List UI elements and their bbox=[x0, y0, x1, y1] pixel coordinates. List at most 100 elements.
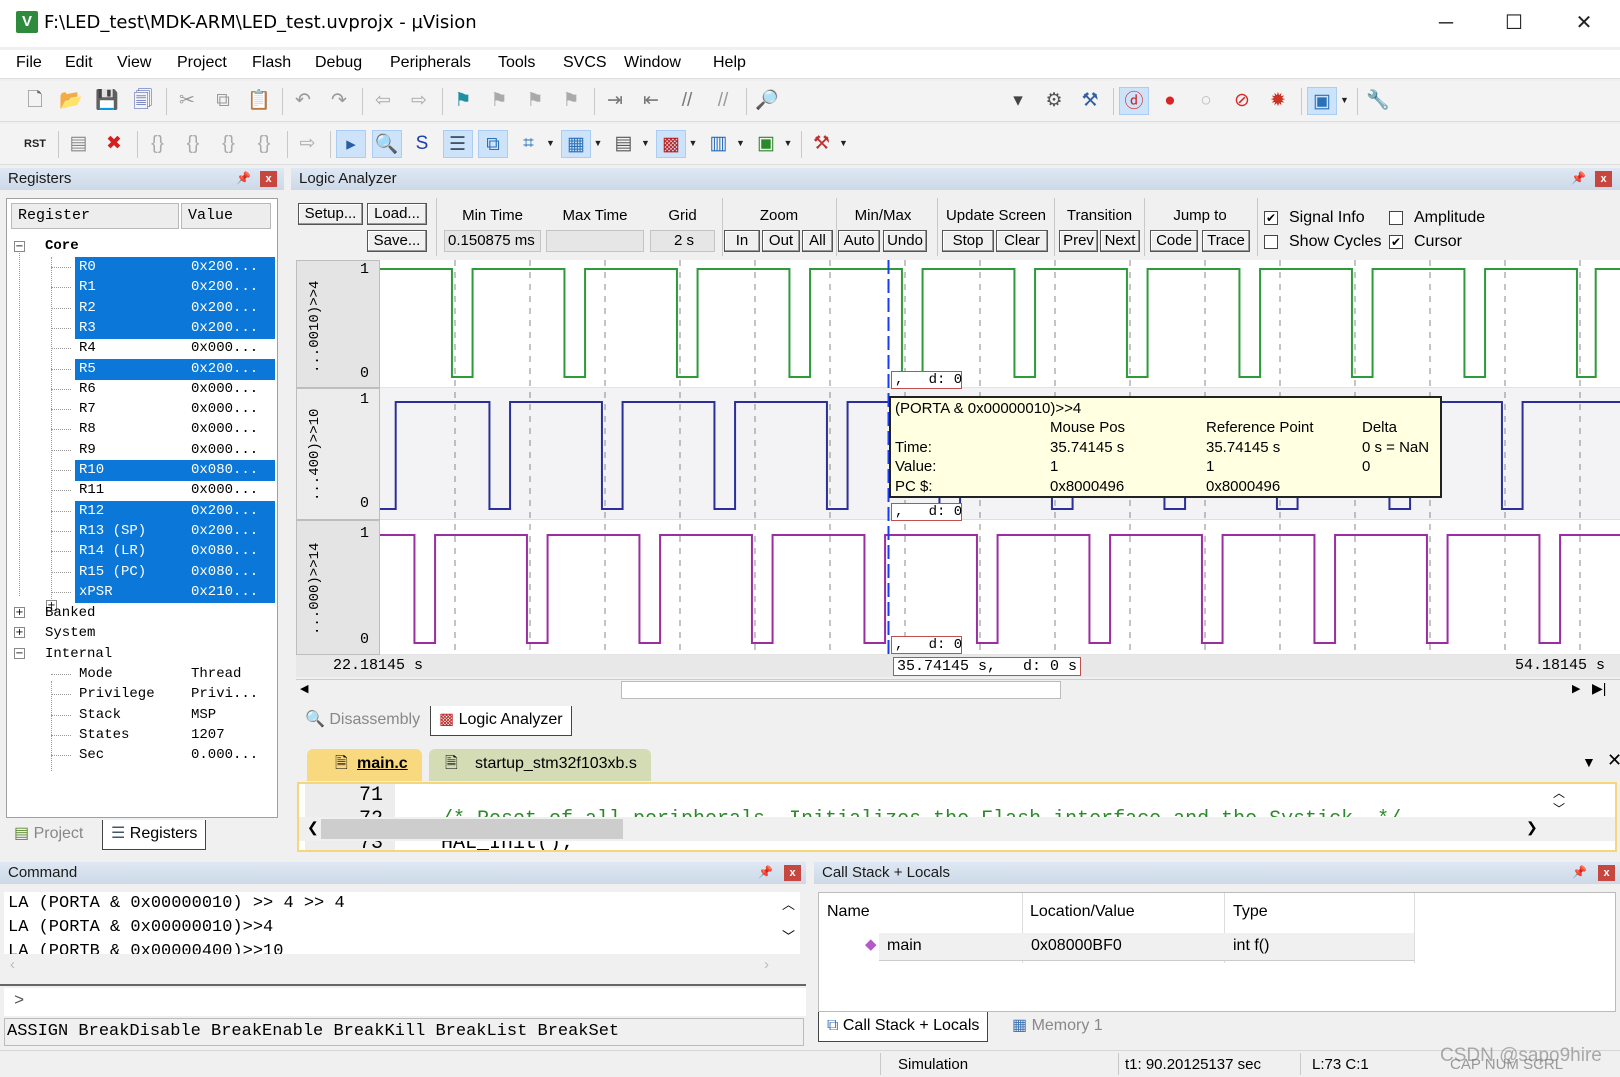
comment-icon[interactable]: // bbox=[672, 87, 702, 115]
register-value[interactable]: 0x200... bbox=[191, 318, 258, 339]
internal-row-mode[interactable]: Mode Thread bbox=[75, 664, 275, 685]
stop-update-button[interactable]: Stop bbox=[942, 230, 994, 252]
zoom-all-button[interactable]: All bbox=[802, 230, 833, 252]
open-folder-icon[interactable]: 📂 bbox=[56, 87, 86, 115]
expand-banked-icon[interactable]: + bbox=[14, 607, 25, 618]
close-panel-button[interactable]: x bbox=[784, 865, 801, 881]
register-value[interactable]: 0x000... bbox=[191, 440, 258, 461]
column-header-location[interactable]: Location/Value bbox=[1030, 903, 1135, 921]
jump-trace-button[interactable]: Trace bbox=[1202, 230, 1250, 252]
register-value[interactable]: 0x000... bbox=[191, 480, 258, 501]
register-value[interactable]: 0x000... bbox=[191, 338, 258, 359]
save-icon[interactable]: 💾 bbox=[92, 87, 122, 115]
close-panel-button[interactable]: x bbox=[260, 171, 277, 187]
register-row-r7[interactable]: R7 0x000... bbox=[75, 399, 275, 420]
column-header-value[interactable]: Value bbox=[181, 203, 271, 229]
signal-label-portb14[interactable]: ...000)>>14 1 0 bbox=[296, 520, 380, 655]
debug-session-icon[interactable]: ⓓ bbox=[1119, 87, 1149, 115]
breakpoint-insert-icon[interactable]: ● bbox=[1155, 87, 1185, 115]
code-editor[interactable]: 71 72 /* Reset of all peripherals, Initi… bbox=[297, 782, 1617, 852]
expand-system-icon[interactable]: + bbox=[14, 627, 25, 639]
serial-window-icon[interactable]: ▤ bbox=[609, 130, 639, 158]
reset-rst-icon[interactable]: RST bbox=[20, 130, 50, 158]
pin-icon[interactable]: 📌 bbox=[758, 865, 773, 879]
run-icon[interactable]: ▤ bbox=[64, 130, 94, 158]
register-value[interactable]: 0x200... bbox=[191, 501, 258, 522]
tab-project[interactable]: ▤ Project bbox=[6, 820, 91, 850]
column-header-type[interactable]: Type bbox=[1233, 903, 1268, 921]
collapse-core-icon[interactable]: − bbox=[14, 241, 25, 252]
tab-logic-analyzer[interactable]: ▩ Logic Analyzer bbox=[430, 706, 572, 736]
register-value[interactable]: 0x200... bbox=[191, 298, 258, 319]
scroll-right-arrow[interactable]: ▶ bbox=[1572, 682, 1580, 695]
menu-file[interactable]: File bbox=[16, 54, 42, 72]
scroll-left-arrow[interactable]: ❮ bbox=[307, 819, 319, 836]
register-row-r9[interactable]: R9 0x000... bbox=[75, 440, 275, 461]
next-transition-button[interactable]: Next bbox=[1100, 230, 1140, 252]
bookmark-prev-icon[interactable]: ⚑ bbox=[484, 87, 514, 115]
dropdown-arrow-icon[interactable]: ▼ bbox=[546, 138, 555, 148]
toolbox-icon[interactable]: ⚒ bbox=[807, 130, 837, 158]
signal-label-portb10[interactable]: ...400)>>10 1 0 bbox=[296, 388, 380, 520]
breakpoint-disable-icon[interactable]: ⊘ bbox=[1227, 87, 1257, 115]
register-value[interactable]: 0x080... bbox=[191, 541, 258, 562]
menu-edit[interactable]: Edit bbox=[65, 54, 93, 72]
register-row-r3[interactable]: R3 0x200... bbox=[75, 317, 275, 339]
breakpoint-enable-icon[interactable]: ○ bbox=[1191, 87, 1221, 115]
step-out-icon[interactable]: {} bbox=[214, 130, 244, 158]
breakpoint-kill-icon[interactable]: ✹ bbox=[1263, 87, 1293, 115]
wrench-icon[interactable]: 🔧 bbox=[1363, 87, 1393, 115]
scrollbar-thumb[interactable] bbox=[621, 681, 1061, 699]
call-stack-row[interactable]: ◆ main 0x08000BF0 int f() bbox=[865, 933, 1414, 961]
register-row-r8[interactable]: R8 0x000... bbox=[75, 419, 275, 440]
register-value[interactable]: 0x080... bbox=[191, 460, 258, 481]
menu-window[interactable]: Window bbox=[624, 54, 681, 72]
analysis-window-icon[interactable]: ▩ bbox=[656, 130, 686, 158]
paste-icon[interactable]: 📋 bbox=[244, 87, 274, 115]
tree-node-internal[interactable]: Internal bbox=[45, 644, 112, 665]
menu-flash[interactable]: Flash bbox=[252, 54, 291, 72]
register-row-r2[interactable]: R2 0x200... bbox=[75, 297, 275, 319]
dropdown-arrow-icon[interactable]: ▼ bbox=[641, 138, 650, 148]
cut-icon[interactable]: ✂ bbox=[172, 87, 202, 115]
symbols-window-icon[interactable]: S bbox=[407, 130, 437, 158]
column-header-register[interactable]: Register bbox=[11, 203, 179, 229]
scroll-right-arrow[interactable]: ❯ bbox=[1526, 819, 1538, 836]
command-h-scrollbar[interactable]: ‹ › bbox=[4, 954, 800, 978]
dropdown-arrow-icon[interactable]: ▼ bbox=[839, 138, 848, 148]
scroll-down-arrow[interactable]: ﹀ bbox=[1553, 800, 1565, 817]
maximize-button[interactable]: ☐ bbox=[1492, 8, 1536, 38]
column-header-name[interactable]: Name bbox=[827, 903, 870, 921]
menu-project[interactable]: Project bbox=[177, 54, 227, 72]
register-value[interactable]: 0x200... bbox=[191, 521, 258, 542]
memory-window-icon[interactable]: ▦ bbox=[561, 130, 591, 158]
cursor-checkbox[interactable]: ✔ bbox=[1389, 235, 1403, 249]
register-value[interactable]: 0x200... bbox=[191, 277, 258, 298]
amplitude-checkbox[interactable] bbox=[1389, 211, 1403, 225]
register-row-r10[interactable]: R10 0x080... bbox=[75, 460, 275, 481]
register-value[interactable]: 0x200... bbox=[191, 359, 258, 380]
tree-node-core[interactable]: Core bbox=[45, 236, 79, 257]
register-value[interactable]: 0x000... bbox=[191, 379, 258, 400]
menu-peripherals[interactable]: Peripherals bbox=[390, 54, 471, 72]
editor-horizontal-scrollbar[interactable]: ❮ ❯ bbox=[299, 817, 1615, 841]
tree-node-system[interactable]: System bbox=[45, 623, 95, 644]
tab-call-stack[interactable]: ⧉ Call Stack + Locals bbox=[818, 1012, 989, 1042]
prev-transition-button[interactable]: Prev bbox=[1059, 230, 1098, 252]
internal-row-privilege[interactable]: Privilege Privi... bbox=[75, 684, 275, 705]
scroll-right-arrow[interactable]: › bbox=[764, 956, 769, 973]
dropdown-arrow-icon[interactable]: ▼ bbox=[594, 138, 603, 148]
undo-button[interactable]: Undo bbox=[883, 230, 927, 252]
menu-view[interactable]: View bbox=[117, 54, 151, 72]
scrollbar-thumb[interactable] bbox=[321, 819, 623, 839]
internal-row-states[interactable]: States 1207 bbox=[75, 725, 275, 746]
show-cycles-checkbox[interactable] bbox=[1264, 235, 1278, 249]
command-input[interactable]: > bbox=[4, 988, 806, 1016]
scroll-end-button[interactable]: ▶| bbox=[1592, 680, 1606, 697]
copy-icon[interactable]: ⧉ bbox=[208, 87, 238, 115]
close-panel-button[interactable]: x bbox=[1598, 865, 1615, 881]
tab-startup[interactable]: 🗎 startup_stm32f103xb.s bbox=[429, 749, 651, 781]
internal-row-sec[interactable]: Sec 0.000... bbox=[75, 745, 275, 766]
internal-row-stack[interactable]: Stack MSP bbox=[75, 705, 275, 726]
menu-debug[interactable]: Debug bbox=[315, 54, 362, 72]
